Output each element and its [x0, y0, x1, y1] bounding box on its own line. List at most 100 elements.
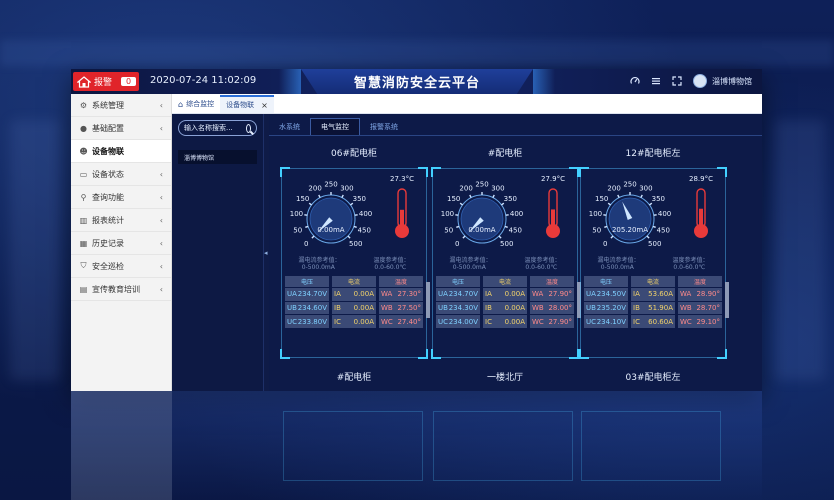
title-deco-left: [279, 69, 301, 94]
sidebar-item-label: 报表统计: [92, 215, 124, 225]
metric-key: UA: [438, 290, 448, 299]
temperature-column: 温度 WA 27.30° WB 27.50° WC 27.40°: [379, 276, 423, 328]
list-item[interactable]: 淄博博物馆: [178, 150, 257, 164]
card-title: 12#配电柜左: [625, 149, 681, 159]
sidebar-item-inspection[interactable]: ⛉ 安全巡检 ‹: [71, 255, 171, 278]
sidebar-item-base-config[interactable]: ● 基础配置 ‹: [71, 117, 171, 140]
sidebar-item-reports[interactable]: ▥ 报表统计 ‹: [71, 209, 171, 232]
tab-iot[interactable]: 设备物联 ×: [220, 95, 274, 113]
gauge-tick-label: 200: [459, 184, 472, 192]
corner-deco: [579, 349, 589, 359]
dashboard-icon[interactable]: [630, 76, 640, 86]
chevron-left-icon: ‹: [159, 123, 163, 133]
reflection-panel: [581, 411, 721, 481]
sidebar-item-device-status[interactable]: ▭ 设备状态 ‹: [71, 163, 171, 186]
gauge-tick: [353, 225, 357, 229]
gauge-tick: [350, 202, 354, 206]
metric-key: IC: [334, 317, 341, 326]
device-card: #配电柜 0 50 100 150 200 250 300 350 400 450 500 0.00m…: [431, 146, 581, 383]
sidebar-item-iot[interactable]: ☻ 设备物联: [71, 140, 171, 163]
card-frame: 0 50 100 150 200 250 300 350 400 450 500 0.00mA 27.…: [280, 167, 430, 359]
device-card: 12#配电柜左 0 50 100 150 200 250 300 350 400 450 500 20…: [579, 146, 729, 383]
metric-key: UC: [438, 317, 449, 326]
metric-key: WB: [381, 303, 393, 312]
temperature-column: 温度 WA 27.90° WB 28.00° WC 27.90°: [530, 276, 574, 328]
sidebar-item-history[interactable]: ▦ 历史记录 ‹: [71, 232, 171, 255]
sidebar-item-training[interactable]: ▤ 宣传教育培训 ‹: [71, 278, 171, 301]
temp-ref-value: 0.0-60.0℃: [673, 264, 706, 271]
metric-cell: UC 234.10V: [584, 315, 628, 328]
gauge-tick-label: 200: [607, 184, 620, 192]
current-column: 电流 IA 0.00A IB 0.00A IC 0.00A: [483, 276, 527, 328]
sidebar-item-label: 系统管理: [92, 100, 124, 110]
subtab-water[interactable]: 水系统: [269, 118, 310, 135]
gauge-tick: [607, 202, 611, 206]
search-icon[interactable]: [246, 123, 251, 133]
metric-cell: WA 28.90°: [678, 287, 722, 301]
title-deco-right: [533, 69, 555, 94]
gauge-tick-label: 50: [592, 226, 601, 234]
metric-value: 28.00°: [548, 303, 572, 312]
metric-cell: UC 234.00V: [436, 315, 480, 328]
leak-current-gauge: 050 100 150 200 250 300350 400 450 500 0.00mA: [441, 181, 524, 248]
metric-key: WA: [680, 290, 692, 299]
metrics-scrollbar[interactable]: [725, 282, 729, 318]
temperature-column: 温度 WA 28.90° WB 28.70° WC 29.10°: [678, 276, 722, 328]
subtab-electrical[interactable]: 电气监控: [310, 118, 360, 135]
metric-key: IC: [633, 317, 640, 326]
gauge-tick-label: 450: [358, 226, 371, 234]
metric-value: 29.10°: [696, 317, 720, 326]
metric-cell: UB 234.30V: [436, 301, 480, 315]
background-block: [10, 120, 60, 380]
metric-key: UA: [287, 290, 297, 299]
temp-ref-value: 0.0-60.0℃: [525, 264, 558, 271]
metric-key: WA: [532, 290, 544, 299]
temp-ref-label: 温度参考值：: [672, 257, 709, 264]
gauge-tick: [640, 194, 643, 198]
sidebar-item-system[interactable]: ⚙ 系统管理 ‹: [71, 94, 171, 117]
metrics-scrollbar[interactable]: [426, 282, 430, 318]
gauge-tick-label: 450: [509, 226, 522, 234]
metric-cell: UC 233.80V: [285, 315, 329, 328]
alarm-button[interactable]: 报警 0: [73, 72, 139, 91]
search-icon: ⚲: [80, 192, 87, 202]
thermometer-icon: [694, 188, 708, 238]
gauge-tick-label: 100: [589, 210, 602, 218]
user-name[interactable]: 淄博博物馆: [712, 76, 752, 87]
gauge-tick: [498, 235, 502, 239]
gauge-tick-label: 400: [510, 210, 523, 218]
gauge-tick-label: 350: [652, 195, 665, 203]
gauge-tick-label: 0: [603, 240, 607, 247]
current-header: 电流: [483, 276, 527, 287]
shield-icon: ⛉: [80, 261, 87, 270]
sidebar-item-query[interactable]: ⚲ 查询功能 ‹: [71, 186, 171, 209]
reflection-panel: [433, 411, 573, 481]
gauge-tick-label: 350: [504, 195, 517, 203]
card-footer: #配电柜: [336, 373, 372, 383]
gauge-tick: [311, 235, 315, 239]
main-content: 水系统 电气监控 报警系统 06#配电柜 0 50 100 150 200 250 300 3…: [269, 114, 762, 391]
users-icon: ☻: [79, 146, 88, 156]
voltage-header: 电压: [584, 276, 628, 287]
metric-value: 234.50V: [596, 290, 626, 299]
gauge-tick-label: 50: [293, 226, 302, 234]
alarm-label: 报警: [94, 78, 113, 88]
subtab-alarm[interactable]: 报警系统: [360, 118, 408, 135]
metric-cell: WC 29.10°: [678, 315, 722, 328]
metric-key: WB: [532, 303, 544, 312]
avatar[interactable]: [693, 74, 707, 88]
voltage-column: 电压 UA 234.70V UB 234.60V UC 233.80V: [285, 276, 329, 328]
leak-ref-value: 0-500.0mA: [301, 264, 335, 271]
tab-overview[interactable]: ⌂ 综合监控: [172, 95, 220, 113]
voltage-header: 电压: [436, 276, 480, 287]
menu-icon[interactable]: [651, 76, 661, 86]
metric-key: WC: [532, 317, 544, 326]
search-input[interactable]: [184, 124, 246, 132]
fullscreen-icon[interactable]: [672, 76, 682, 86]
gauge-tick-label: 200: [308, 184, 321, 192]
metric-key: UB: [287, 303, 297, 312]
metric-key: IA: [334, 290, 341, 299]
chevron-left-icon: ‹: [159, 169, 163, 179]
metric-key: UC: [586, 317, 597, 326]
close-icon[interactable]: ×: [261, 101, 268, 110]
